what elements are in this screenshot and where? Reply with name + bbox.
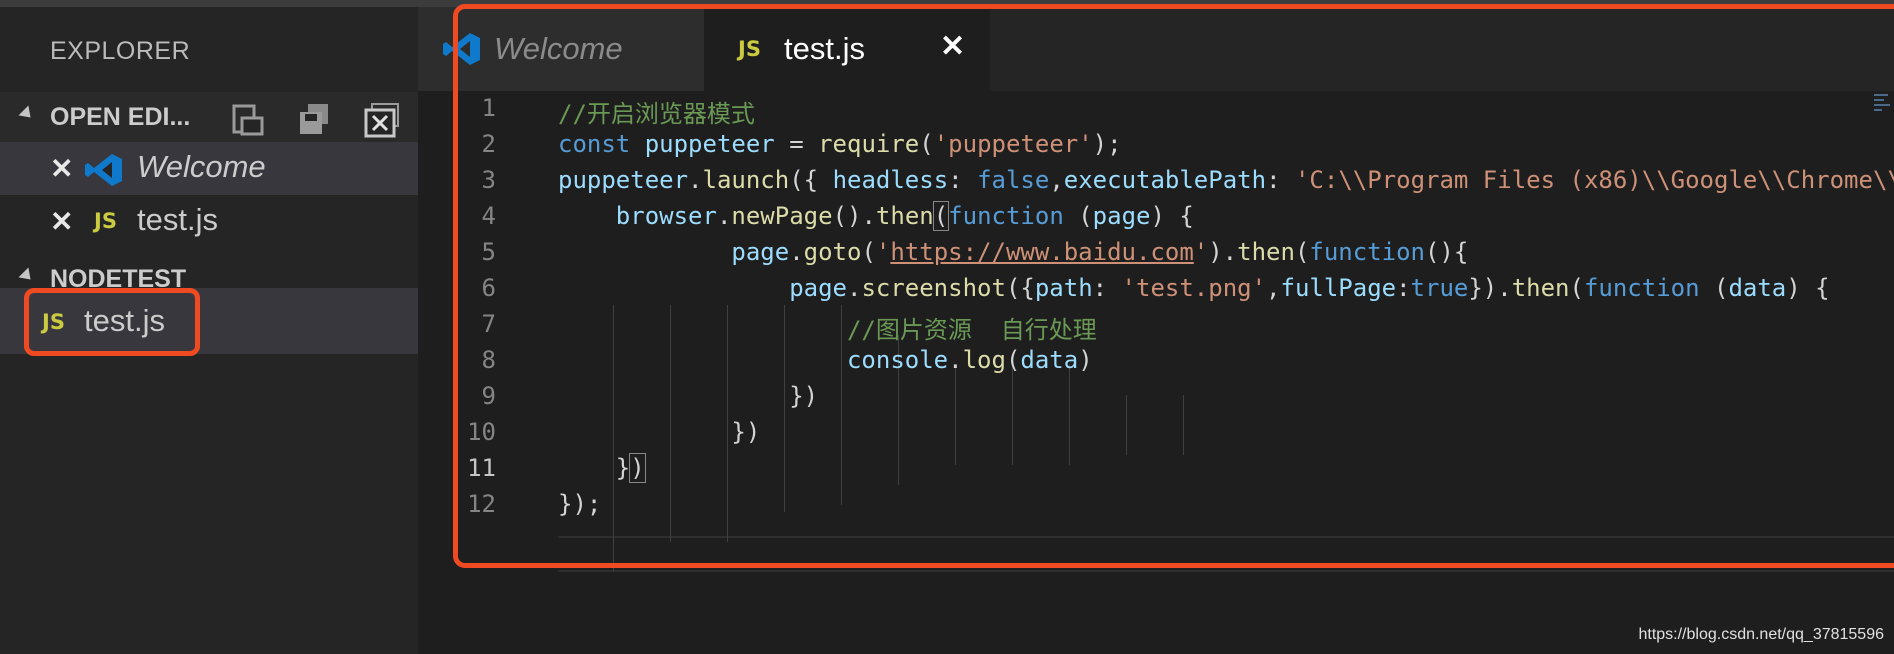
vscode-icon (85, 154, 122, 186)
watermark: https://blog.csdn.net/qq_37815596 (1638, 626, 1884, 643)
open-editor-name: Welcome (137, 149, 266, 184)
chevron-down-icon (18, 267, 36, 285)
close-all-icon[interactable] (362, 102, 402, 138)
annotation-highlight-box (24, 288, 200, 356)
annotation-highlight-box (453, 4, 1894, 568)
chevron-down-icon (18, 105, 36, 123)
new-file-icon[interactable] (228, 102, 268, 138)
close-icon[interactable]: ✕ (50, 205, 73, 238)
open-editors-label: OPEN EDI... (50, 103, 191, 131)
open-editor-item-welcome[interactable]: ✕ Welcome (0, 142, 418, 195)
explorer-title: EXPLORER (50, 37, 191, 65)
open-editor-item-testjs[interactable]: ✕ JS test.js (0, 195, 418, 248)
close-icon[interactable]: ✕ (50, 152, 73, 185)
save-all-icon[interactable] (294, 102, 334, 138)
open-editor-name: test.js (137, 202, 218, 237)
js-file-icon: JS (94, 209, 117, 233)
open-editors-header[interactable]: OPEN EDI... (0, 92, 418, 142)
